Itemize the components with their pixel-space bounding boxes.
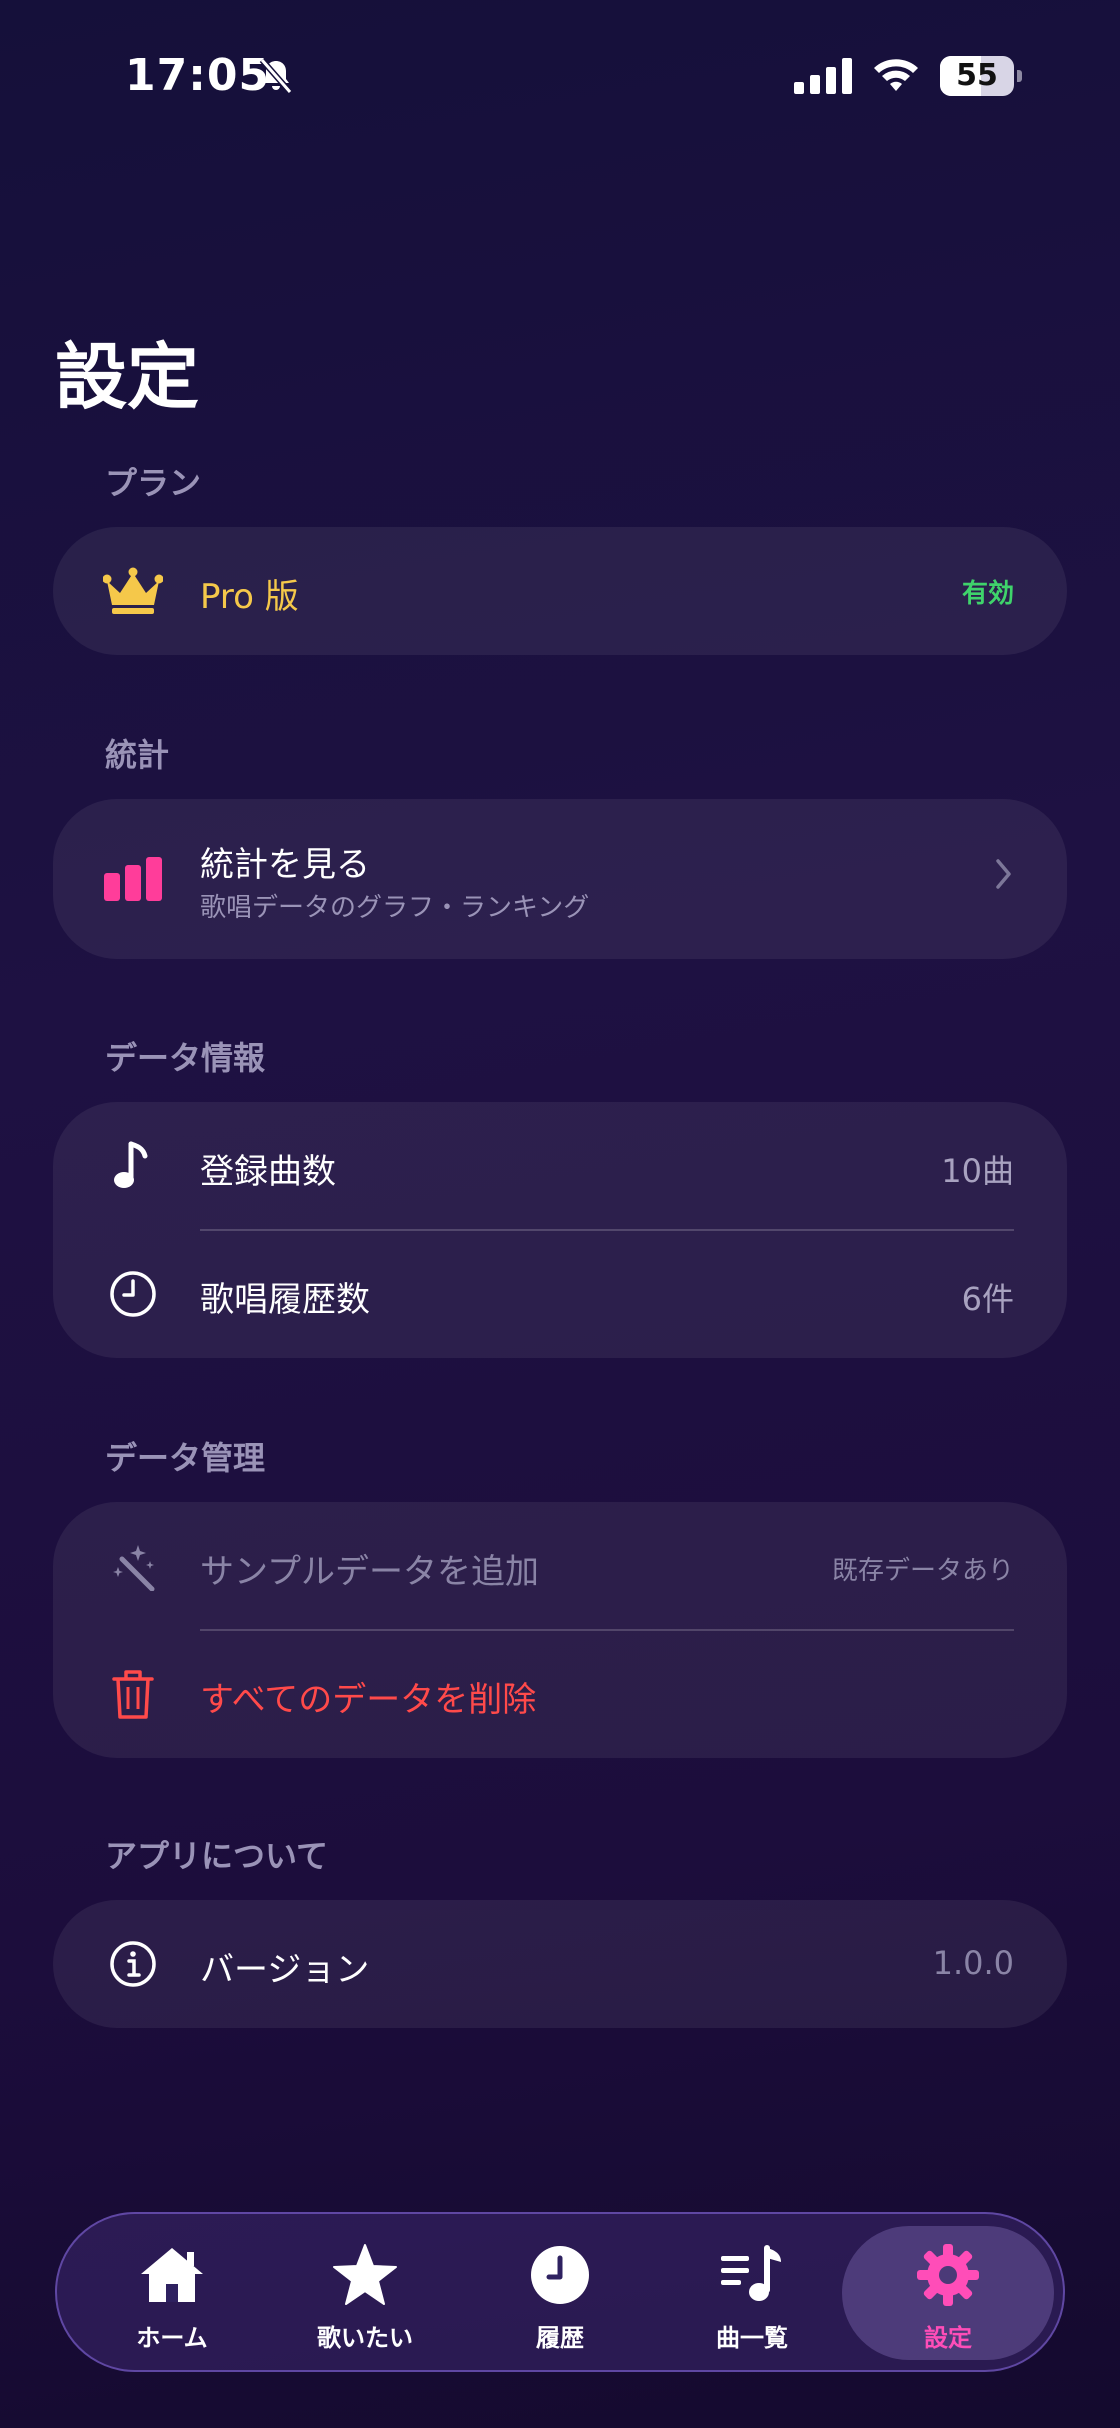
tab-song-list-label: 曲一覧 bbox=[716, 2324, 788, 2352]
add-sample-data-row[interactable]: サンプルデータを追加 既存データあり bbox=[53, 1502, 1067, 1630]
version-label: バージョン bbox=[200, 1950, 370, 1990]
status-bar: 17:05 55 bbox=[0, 0, 1120, 150]
view-stats-subtitle: 歌唱データのグラフ・ランキング bbox=[200, 893, 590, 923]
tab-want-to-sing[interactable]: 歌いたい bbox=[270, 2214, 460, 2370]
tab-bar: ホーム 歌いたい 履歴 曲一覧 設定 bbox=[55, 2212, 1065, 2372]
crown-icon bbox=[101, 559, 165, 623]
home-icon bbox=[137, 2242, 207, 2308]
version-row: バージョン 1.0.0 bbox=[53, 1900, 1067, 2028]
bar-chart-icon bbox=[101, 847, 165, 911]
star-icon bbox=[330, 2242, 400, 2308]
trash-icon bbox=[101, 1662, 165, 1726]
bell-muted-icon bbox=[259, 58, 293, 94]
data-info-card: 登録曲数 10曲 歌唱履歴数 6件 bbox=[53, 1102, 1067, 1358]
section-label-data-management: データ管理 bbox=[105, 1439, 266, 1477]
view-stats-title: 統計を見る bbox=[200, 845, 370, 885]
cellular-signal-icon bbox=[794, 58, 852, 94]
info-icon bbox=[101, 1932, 165, 1996]
registered-songs-label: 登録曲数 bbox=[200, 1152, 336, 1192]
wifi-icon bbox=[874, 59, 918, 91]
registered-songs-value: 10曲 bbox=[941, 1152, 1014, 1190]
plan-row[interactable]: Pro 版 有効 bbox=[53, 527, 1067, 655]
tab-settings[interactable]: 設定 bbox=[842, 2226, 1054, 2360]
add-sample-data-label: サンプルデータを追加 bbox=[200, 1552, 539, 1592]
clock-icon bbox=[525, 2242, 595, 2308]
song-list-icon bbox=[717, 2242, 787, 2308]
tab-history[interactable]: 履歴 bbox=[465, 2214, 655, 2370]
magic-wand-icon bbox=[101, 1534, 165, 1598]
section-label-data-info: データ情報 bbox=[105, 1039, 266, 1077]
plan-card[interactable]: Pro 版 有効 bbox=[53, 527, 1067, 655]
version-value: 1.0.0 bbox=[932, 1944, 1014, 1982]
tab-settings-label: 設定 bbox=[924, 2324, 972, 2352]
music-note-icon bbox=[101, 1134, 165, 1198]
plan-name: Pro 版 bbox=[200, 577, 299, 617]
singing-history-value: 6件 bbox=[961, 1280, 1014, 1318]
singing-history-row: 歌唱履歴数 6件 bbox=[53, 1230, 1067, 1358]
tab-want-to-sing-label: 歌いたい bbox=[317, 2324, 413, 2352]
gear-icon bbox=[913, 2242, 983, 2308]
view-stats-row[interactable]: 統計を見る 歌唱データのグラフ・ランキング bbox=[53, 799, 1067, 959]
section-label-plan: プラン bbox=[105, 464, 202, 502]
tab-song-list[interactable]: 曲一覧 bbox=[657, 2214, 847, 2370]
status-time: 17:05 bbox=[125, 50, 271, 101]
about-card: バージョン 1.0.0 bbox=[53, 1900, 1067, 2028]
chevron-right-icon bbox=[994, 857, 1014, 899]
delete-all-data-row[interactable]: すべてのデータを削除 bbox=[53, 1630, 1067, 1758]
stats-card[interactable]: 統計を見る 歌唱データのグラフ・ランキング bbox=[53, 799, 1067, 959]
add-sample-data-note: 既存データあり bbox=[831, 1556, 1014, 1586]
section-label-about: アプリについて bbox=[105, 1837, 329, 1875]
plan-status-badge: 有効 bbox=[961, 579, 1014, 609]
delete-all-data-label: すべてのデータを削除 bbox=[200, 1680, 537, 1720]
section-label-stats: 統計 bbox=[105, 736, 170, 774]
tab-home[interactable]: ホーム bbox=[77, 2214, 267, 2370]
battery-percentage: 55 bbox=[956, 58, 998, 93]
registered-songs-row: 登録曲数 10曲 bbox=[53, 1102, 1067, 1230]
tab-history-label: 履歴 bbox=[536, 2324, 584, 2352]
singing-history-label: 歌唱履歴数 bbox=[200, 1280, 370, 1320]
page-title: 設定 bbox=[55, 335, 200, 419]
tab-home-label: ホーム bbox=[136, 2324, 208, 2352]
battery-icon: 55 bbox=[940, 56, 1022, 96]
clock-icon bbox=[101, 1262, 165, 1326]
data-management-card: サンプルデータを追加 既存データあり すべてのデータを削除 bbox=[53, 1502, 1067, 1758]
